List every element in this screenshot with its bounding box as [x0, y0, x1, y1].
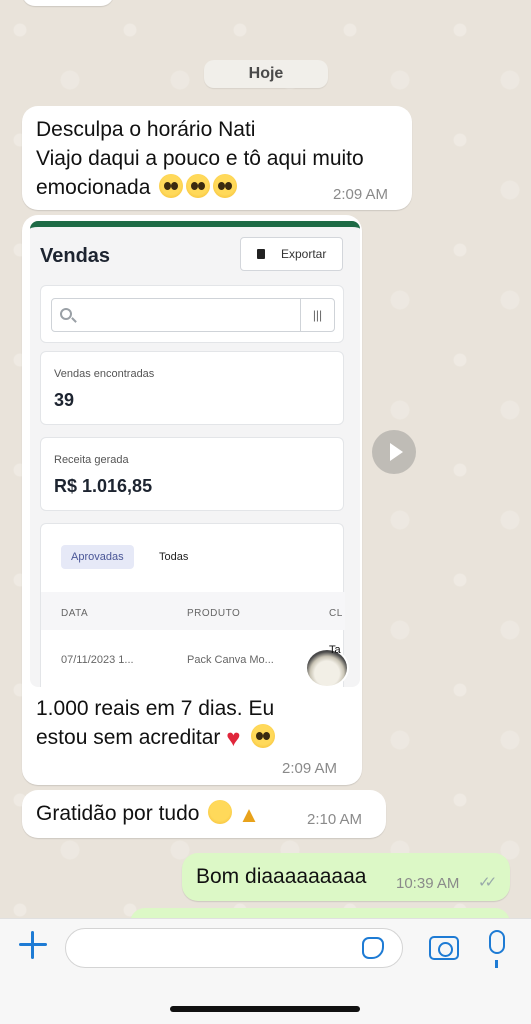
- revenue-card: Receita gerada R$ 1.016,85: [40, 437, 344, 511]
- pleading-face-emoji-icon: [159, 174, 184, 198]
- message-text-line: Desculpa o horário Nati: [36, 118, 256, 141]
- pleading-face-emoji-icon: [251, 724, 276, 748]
- camera-icon[interactable]: [429, 936, 459, 960]
- message-text: Bom diaaaaaaaaa: [196, 865, 367, 888]
- search-field: |||: [51, 298, 335, 332]
- home-indicator: [170, 1006, 360, 1012]
- message-bubble-outgoing[interactable]: Bom diaaaaaaaaa 10:39 AM ✓✓: [182, 853, 510, 901]
- message-bubble-3[interactable]: Gratidão por tudo ▲ 2:10 AM: [22, 790, 386, 838]
- pleading-face-emoji-icon: [213, 174, 238, 198]
- avatar-tag: Ta: [329, 644, 341, 656]
- column-header: PRODUTO: [187, 608, 241, 619]
- date-divider: Hoje: [204, 60, 328, 88]
- file-icon: [257, 249, 265, 259]
- column-header: CL: [329, 608, 343, 619]
- forward-button[interactable]: [372, 430, 416, 474]
- microphone-icon[interactable]: [489, 930, 505, 968]
- message-bubble-partial[interactable]: [130, 908, 510, 918]
- screenshot-title: Vendas: [40, 245, 111, 267]
- plus-icon[interactable]: [18, 930, 48, 960]
- message-time: 2:10 AM: [307, 811, 363, 828]
- export-button: Exportar: [240, 237, 343, 271]
- message-time: 10:39 AM: [396, 875, 460, 892]
- forward-icon: [389, 443, 403, 461]
- message-time: 2:09 AM: [333, 186, 389, 203]
- read-receipt-icon: ✓✓: [478, 874, 497, 891]
- chat-background: Hoje Desculpa o horário Nati Viajo daqui…: [0, 0, 531, 918]
- message-caption-line: 1.000 reais em 7 dias. Eu: [36, 697, 275, 720]
- message-text-line: Viajo daqui a pouco e tô aqui muito: [36, 147, 364, 170]
- message-time: 2:09 AM: [282, 760, 338, 777]
- message-text: Gratidão por tudo: [36, 802, 200, 825]
- sales-count-value: 39: [54, 390, 75, 410]
- tab-approved: Aprovadas: [61, 545, 134, 569]
- revenue-label: Receita gerada: [54, 454, 129, 466]
- smiling-face-with-hearts-emoji-icon: [208, 800, 233, 824]
- table-cell: 07/11/2023 1...: [61, 654, 134, 666]
- message-text-line: emocionada: [36, 176, 151, 199]
- export-label: Exportar: [281, 247, 327, 261]
- revenue-value: R$ 1.016,85: [54, 476, 153, 496]
- table-cell: Pack Canva Mo...: [187, 654, 274, 666]
- sales-screenshot-image[interactable]: Vendas Exportar ||| Vendas encontradas 3…: [30, 221, 360, 687]
- avatar: [305, 648, 349, 688]
- column-header: DATA: [61, 608, 89, 619]
- message-bubble-1[interactable]: Desculpa o horário Nati Viajo daqui a po…: [22, 106, 412, 210]
- message-input[interactable]: [65, 928, 403, 968]
- message-caption-line: estou sem acreditar: [36, 726, 221, 749]
- pleading-face-emoji-icon: [186, 174, 211, 198]
- message-bubble-partial[interactable]: [22, 0, 114, 6]
- sales-count-label: Vendas encontradas: [54, 368, 155, 380]
- filter-icon: |||: [300, 299, 334, 331]
- search-icon: [60, 308, 72, 320]
- sales-table-panel: Aprovadas Todas DATA PRODUTO CL 07/11/20…: [40, 523, 345, 687]
- sales-count-card: Vendas encontradas 39: [40, 351, 344, 425]
- tab-all: Todas: [159, 551, 189, 563]
- search-panel: |||: [40, 285, 344, 343]
- folded-hands-emoji-icon: ▲: [238, 802, 260, 827]
- red-heart-emoji-icon: ♥: [226, 725, 241, 752]
